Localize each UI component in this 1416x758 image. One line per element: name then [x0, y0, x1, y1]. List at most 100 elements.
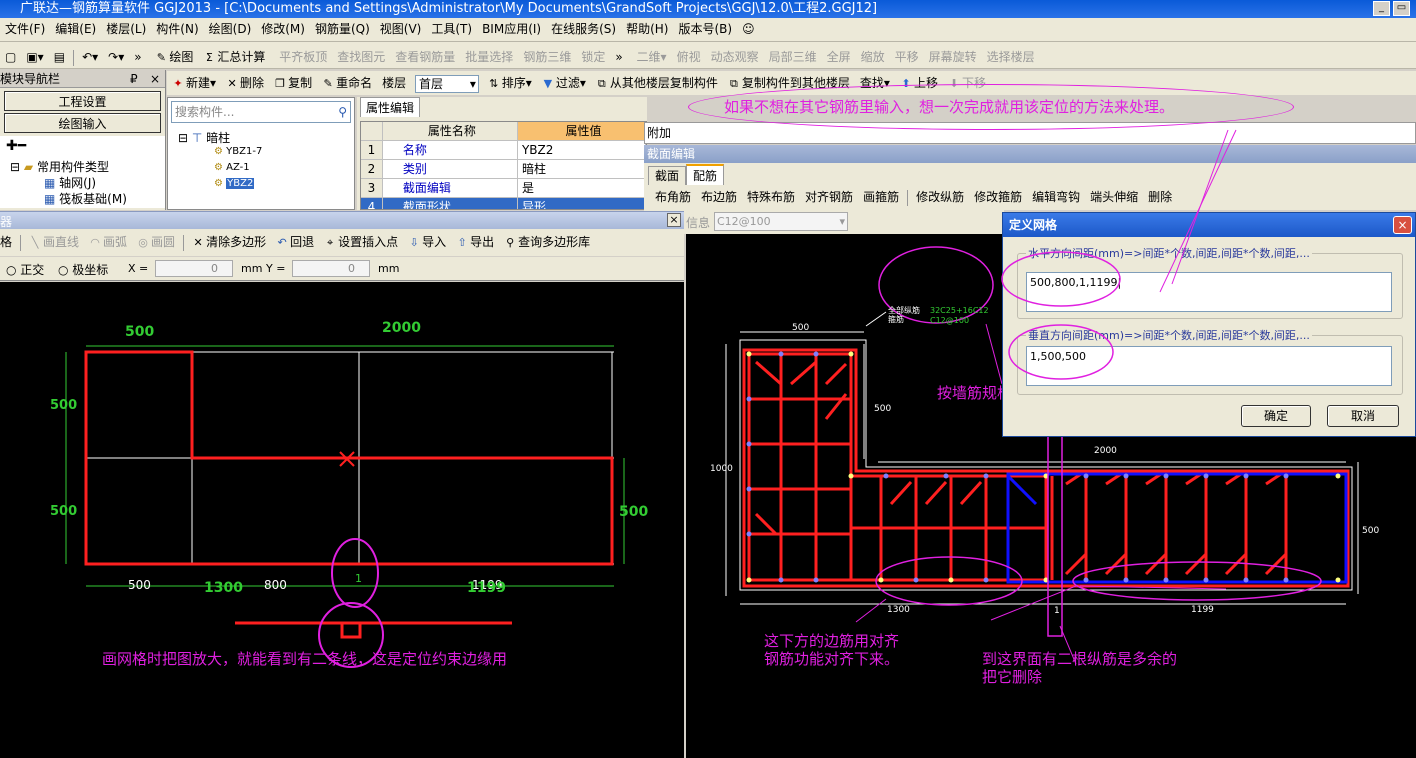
pin-icon[interactable]: ₽ — [130, 70, 138, 88]
menu-view[interactable]: 视图(V) — [375, 18, 427, 40]
menu-draw[interactable]: 绘图(D) — [204, 18, 257, 40]
minimize-button[interactable]: _ — [1373, 1, 1390, 16]
flush-button[interactable]: 平齐板顶 — [274, 46, 332, 68]
export-button[interactable]: ⇧ 导出 — [451, 231, 499, 253]
draw-button[interactable]: ✎ 绘图 — [150, 46, 198, 68]
menu-help[interactable]: 帮助(H) — [621, 18, 673, 40]
menu-component[interactable]: 构件(N) — [151, 18, 203, 40]
tree-root-column[interactable]: ⊟ ⊤ 暗柱 — [178, 129, 230, 146]
menu-bim[interactable]: BIM应用(I) — [477, 18, 546, 40]
menu-floor[interactable]: 楼层(L) — [101, 18, 151, 40]
select-layer-button[interactable]: 选择楼层 — [982, 46, 1040, 68]
tree-item-ybz1[interactable]: ⚙ YBZ1-7 — [214, 146, 262, 157]
menu-online[interactable]: 在线服务(S) — [546, 18, 621, 40]
draw-line-button[interactable]: ╲ 画直线 — [24, 231, 84, 253]
save-icon[interactable]: ▤ — [49, 46, 70, 68]
open-folder-icon[interactable]: ▣▾ — [21, 46, 48, 68]
tree-root-common[interactable]: ⊟ ▰ 常用构件类型 — [10, 158, 109, 175]
undo-icon[interactable]: ↶▾ — [77, 46, 103, 68]
expand-all-icon[interactable]: ✚━ — [6, 138, 26, 154]
undo-button[interactable]: ↶ 回退 — [271, 231, 319, 253]
draw-circle-button[interactable]: ◎ 画圆 — [132, 231, 180, 253]
sum-button[interactable]: Σ 汇总计算 — [198, 46, 270, 68]
property-row[interactable]: 1 名称 YBZ2 — [361, 141, 646, 160]
local-3d-button[interactable]: 局部三维 — [764, 46, 822, 68]
new-component-button[interactable]: ✦ 新建▾ — [167, 72, 221, 94]
edge-rebar-button[interactable]: 布边筋 — [696, 186, 742, 208]
floor-select[interactable]: 首层 ▾ — [414, 74, 479, 93]
zoom-button[interactable]: 缩放 — [856, 46, 890, 68]
define-grid-button[interactable]: 格 — [0, 231, 17, 253]
menu-modify[interactable]: 修改(M) — [256, 18, 310, 40]
nav-close-icon[interactable]: × — [150, 70, 160, 88]
new-file-icon[interactable]: ▢ — [0, 46, 21, 68]
tab-rebar[interactable]: 配筋 — [686, 164, 725, 186]
edit-hook-button[interactable]: 编辑弯钩 — [1027, 186, 1085, 208]
polygon-canvas[interactable]: 500 2000 500 500 500 500 800 1199 1300 1… — [0, 282, 684, 758]
rotate-button[interactable]: 屏幕旋转 — [924, 46, 982, 68]
tab-property-edit[interactable]: 属性编辑 — [360, 97, 421, 117]
redo-icon[interactable]: ↷▾ — [103, 46, 129, 68]
top-view-button[interactable]: 俯视 — [672, 46, 706, 68]
ok-button[interactable]: 确定 — [1241, 405, 1311, 427]
fullscreen-button[interactable]: 全屏 — [822, 46, 856, 68]
menu-file[interactable]: 文件(F) — [0, 18, 50, 40]
find-element-button[interactable]: 查找图元 — [332, 46, 390, 68]
property-row-selected[interactable]: 4 截面形状 异形 — [361, 198, 646, 209]
rename-button[interactable]: ✎ 重命名 — [317, 72, 377, 94]
sort-button[interactable]: ⇅ 排序▾ — [483, 72, 537, 94]
delete-rebar-button[interactable]: 删除 — [1143, 186, 1177, 208]
copy-from-floor-button[interactable]: ⧉ 从其他楼层复制构件 — [591, 72, 723, 94]
tree-item-axis[interactable]: ▦ 轴网(J) — [44, 174, 96, 191]
horizontal-spacing-input[interactable]: 500,800,1,1199| — [1026, 272, 1392, 312]
more-icon[interactable]: » — [129, 46, 146, 68]
view-rebar-button[interactable]: 查看钢筋量 — [390, 46, 460, 68]
search-input[interactable]: 搜索构件... ⚲ — [171, 101, 351, 123]
x-input[interactable]: 0 — [155, 260, 233, 277]
property-row[interactable]: 2 类别 暗柱 — [361, 160, 646, 179]
menu-tools[interactable]: 工具(T) — [426, 18, 477, 40]
search-icon[interactable]: ⚲ — [338, 102, 347, 122]
menu-version[interactable]: 版本号(B) — [673, 18, 737, 40]
draw-stirrup-button[interactable]: 画箍筋 — [858, 186, 904, 208]
tree-item-az1[interactable]: ⚙ AZ-1 — [214, 162, 250, 173]
lock-button[interactable]: 锁定 — [576, 46, 610, 68]
modify-long-rebar-button[interactable]: 修改纵筋 — [911, 186, 969, 208]
draw-arc-button[interactable]: ◠ 画弧 — [84, 231, 132, 253]
more-icon[interactable]: » — [610, 46, 627, 68]
project-settings-button[interactable]: 工程设置 — [4, 91, 161, 111]
special-rebar-button[interactable]: 特殊布筋 — [742, 186, 800, 208]
cancel-button[interactable]: 取消 — [1327, 405, 1399, 427]
pan-button[interactable]: 平移 — [890, 46, 924, 68]
modify-stirrup-button[interactable]: 修改箍筋 — [969, 186, 1027, 208]
delete-component-button[interactable]: ✕ 删除 — [221, 72, 269, 94]
copy-component-button[interactable]: ❐ 复制 — [269, 72, 317, 94]
align-rebar-button[interactable]: 对齐钢筋 — [800, 186, 858, 208]
corner-rebar-button[interactable]: 布角筋 — [650, 186, 696, 208]
end-stretch-button[interactable]: 端头伸缩 — [1085, 186, 1143, 208]
tab-section[interactable]: 截面 — [648, 166, 687, 185]
property-row[interactable]: 3 截面编辑是 — [361, 179, 646, 198]
dynamic-view-button[interactable]: 动态观察 — [706, 46, 764, 68]
tree-item-ybz2[interactable]: ⚙ YBZ2 — [214, 178, 255, 189]
filter-button[interactable]: ▼ 过滤▾ — [537, 72, 591, 94]
dialog-close-button[interactable]: × — [1393, 216, 1412, 234]
ortho-radio[interactable]: ○ 正交 — [6, 261, 44, 278]
query-library-button[interactable]: ⚲ 查询多边形库 — [499, 231, 595, 253]
vertical-spacing-input[interactable]: 1,500,500 — [1026, 346, 1392, 386]
polar-radio[interactable]: ○ 极坐标 — [58, 261, 108, 278]
menu-rebar[interactable]: 钢筋量(Q) — [310, 18, 375, 40]
rebar-3d-button[interactable]: 钢筋三维 — [518, 46, 576, 68]
draw-input-button[interactable]: 绘图输入 — [4, 113, 161, 133]
restore-button[interactable]: ▭ — [1393, 1, 1410, 16]
menu-edit[interactable]: 编辑(E) — [50, 18, 101, 40]
y-input[interactable]: 0 — [292, 260, 370, 277]
batch-select-button[interactable]: 批量选择 — [460, 46, 518, 68]
info-select[interactable]: C12@100 ▾ — [714, 212, 848, 231]
tree-item-raft[interactable]: ▦ 筏板基础(M) — [44, 190, 127, 207]
clear-polygon-button[interactable]: ✕ 清除多边形 — [187, 231, 271, 253]
view-2d-select[interactable]: 二维▾ — [632, 46, 672, 68]
set-insert-point-button[interactable]: ⌖ 设置插入点 — [319, 231, 403, 253]
import-button[interactable]: ⇩ 导入 — [403, 231, 451, 253]
polygon-editor-close[interactable]: × — [667, 213, 681, 227]
